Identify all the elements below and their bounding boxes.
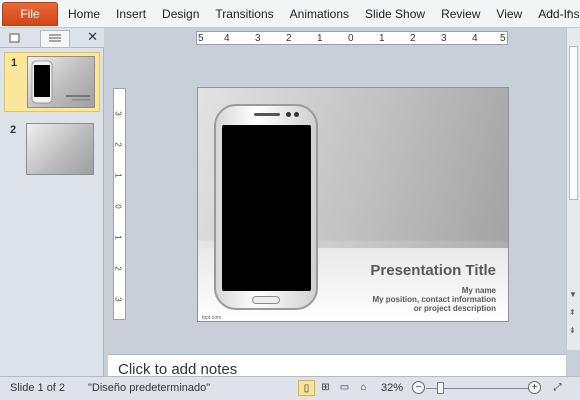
slide-preview (27, 56, 95, 108)
tab-slide-show[interactable]: Slide Show (357, 0, 433, 28)
slide-preview (26, 123, 94, 175)
slide-subtitle[interactable]: My name My position, contact information… (372, 286, 496, 313)
close-panel-button[interactable]: ✕ (87, 29, 98, 45)
phone-camera (286, 112, 291, 117)
ribbon-tab-bar: File Home Insert Design Transitions Anim… (0, 0, 580, 28)
vertical-scrollbar[interactable]: ▼ ⇞ ⇟ (566, 28, 580, 350)
subtitle-line: or project description (413, 304, 496, 313)
ruler-tick: 2 (410, 33, 416, 44)
chevron-down-icon[interactable]: ⌃ (562, 6, 576, 22)
slide-count: Slide 1 of 2 (10, 382, 66, 394)
tab-review[interactable]: Review (433, 0, 488, 28)
tab-insert[interactable]: Insert (108, 0, 154, 28)
ruler-tick: 3 (113, 297, 123, 302)
smartphone-image[interactable] (214, 104, 318, 310)
ruler-tick: 3 (255, 33, 261, 44)
ruler-tick: 3 (441, 33, 447, 44)
slide-sorter-button[interactable]: ⊞ (317, 380, 334, 396)
slide-thumbnail-2[interactable]: 2 (4, 120, 100, 180)
ruler-tick: 4 (224, 33, 230, 44)
next-slide-icon[interactable]: ⇟ (569, 326, 576, 335)
notes-placeholder: Click to add notes (118, 361, 238, 376)
horizontal-ruler: 5 4 3 2 1 0 1 2 3 4 5 (196, 31, 508, 45)
ruler-tick: 0 (348, 33, 354, 44)
tab-animations[interactable]: Animations (282, 0, 357, 28)
phone-home-button (252, 296, 280, 304)
ruler-tick: 3 (113, 111, 123, 116)
zoom-slider-thumb[interactable] (437, 382, 444, 394)
tab-home[interactable]: Home (60, 0, 108, 28)
slide-footer: fppt.com (202, 315, 222, 321)
ruler-tick: 1 (317, 33, 323, 44)
heart-icon[interactable]: ♡ (542, 6, 556, 22)
slide-title[interactable]: Presentation Title (370, 262, 496, 279)
ruler-tick: 2 (286, 33, 292, 44)
slide-thumbnail-1[interactable]: 1 (4, 52, 100, 112)
ruler-tick: 2 (113, 142, 123, 147)
tab-design[interactable]: Design (154, 0, 207, 28)
scrollbar-thumb[interactable] (569, 46, 578, 200)
subtitle-line: My name (461, 286, 496, 295)
ruler-tick: 1 (113, 235, 123, 240)
fit-to-window-button[interactable]: ⤢ (549, 380, 566, 396)
ruler-tick: 5 (500, 33, 506, 44)
phone-sensor (294, 112, 299, 117)
ruler-tick: 0 (113, 204, 123, 209)
subtitle-line: My position, contact information (372, 295, 496, 304)
ruler-tick: 1 (113, 173, 123, 178)
scroll-down-arrow[interactable]: ▼ (569, 290, 577, 299)
reading-view-button[interactable]: ▭ (336, 380, 353, 396)
vertical-ruler: 3 2 1 0 1 2 3 (113, 88, 126, 320)
previous-slide-icon[interactable]: ⇞ (569, 308, 576, 317)
phone-screen (222, 125, 311, 291)
slides-tab-icon (9, 33, 20, 43)
slide-preview-graphic (31, 60, 90, 104)
theme-name[interactable]: "Diseño predeterminado" (88, 382, 210, 394)
zoom-in-button[interactable]: + (528, 381, 541, 394)
panel-tabs: ✕ (0, 28, 104, 48)
ruler-tick: 1 (379, 33, 385, 44)
slides-tab[interactable] (4, 30, 38, 47)
tab-transitions[interactable]: Transitions (207, 0, 281, 28)
phone-speaker (254, 113, 280, 116)
normal-view-button[interactable]: ▯ (298, 380, 315, 396)
ribbon-right-icons: ♡ ⌃ (542, 0, 576, 28)
ruler-tick: 4 (472, 33, 478, 44)
ruler-tick: 2 (113, 266, 123, 271)
outline-tab-icon (49, 34, 61, 42)
tab-view[interactable]: View (488, 0, 530, 28)
slide-canvas[interactable]: Presentation Title My name My position, … (197, 87, 509, 322)
slide-number: 2 (10, 124, 17, 136)
zoom-out-button[interactable]: − (412, 381, 425, 394)
slide-number: 1 (11, 57, 18, 69)
slides-panel: ✕ 1 2 (0, 28, 104, 376)
file-tab[interactable]: File (2, 2, 58, 26)
ruler-tick: 5 (198, 33, 204, 44)
status-bar: Slide 1 of 2 "Diseño predeterminado" ▯ ⊞… (0, 376, 580, 400)
notes-pane[interactable]: Click to add notes (108, 354, 566, 376)
zoom-level[interactable]: 32% (381, 382, 403, 394)
outline-tab[interactable] (40, 30, 70, 47)
slide-show-button[interactable]: ⌂ (355, 380, 372, 396)
ribbon-tabs: Home Insert Design Transitions Animation… (60, 0, 580, 28)
